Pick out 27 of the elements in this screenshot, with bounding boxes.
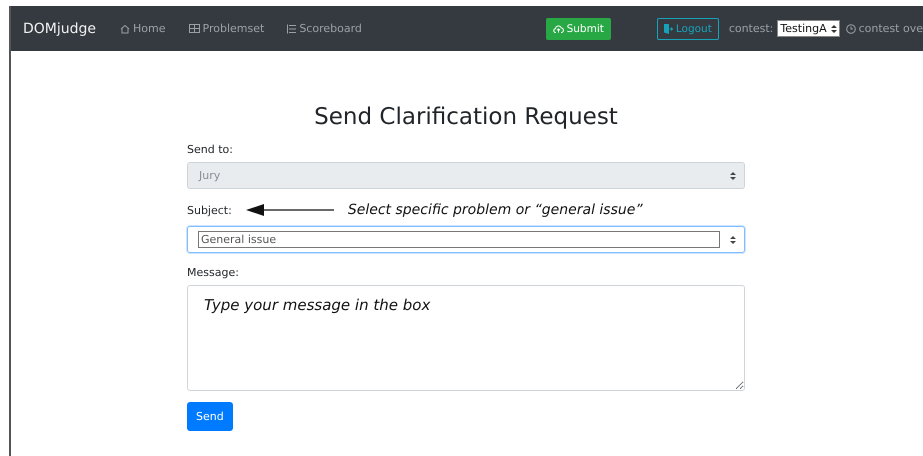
page-title: Send Clarification Request — [313, 103, 619, 131]
nav-link[interactable]: Scoreboard — [287, 22, 362, 35]
logout-button[interactable]: Logout — [656, 18, 719, 40]
caret-icon — [730, 172, 736, 180]
grid-icon — [188, 24, 200, 33]
brand-name[interactable]: DOMjudge — [23, 20, 96, 36]
nav-link[interactable]: Home — [120, 22, 166, 35]
send-button[interactable]: Send — [187, 402, 233, 431]
field-label: Send to: — [187, 143, 234, 156]
list-icon — [287, 24, 296, 34]
caret-icon — [730, 236, 736, 244]
annotation-text: Select specific problem or “general issue” — [348, 202, 643, 218]
contest-status: contest ove — [858, 22, 923, 35]
subject-select[interactable]: General issue — [187, 226, 745, 253]
contest-select[interactable]: TestingA — [777, 20, 840, 37]
message-field[interactable]: Type your message in the box — [187, 285, 745, 391]
submit-button[interactable]: Submit — [546, 18, 611, 40]
door-icon — [664, 24, 673, 34]
home-icon — [120, 24, 130, 34]
field-label: Message: — [187, 266, 240, 279]
cloud-upload-icon — [552, 24, 564, 32]
field-label: Subject: — [187, 204, 232, 216]
contest-label: contest: — [728, 22, 774, 35]
nav-link[interactable]: Problemset — [188, 22, 264, 35]
clock-icon — [846, 24, 856, 34]
caret-icon — [830, 24, 837, 32]
arrow-icon — [246, 204, 334, 216]
